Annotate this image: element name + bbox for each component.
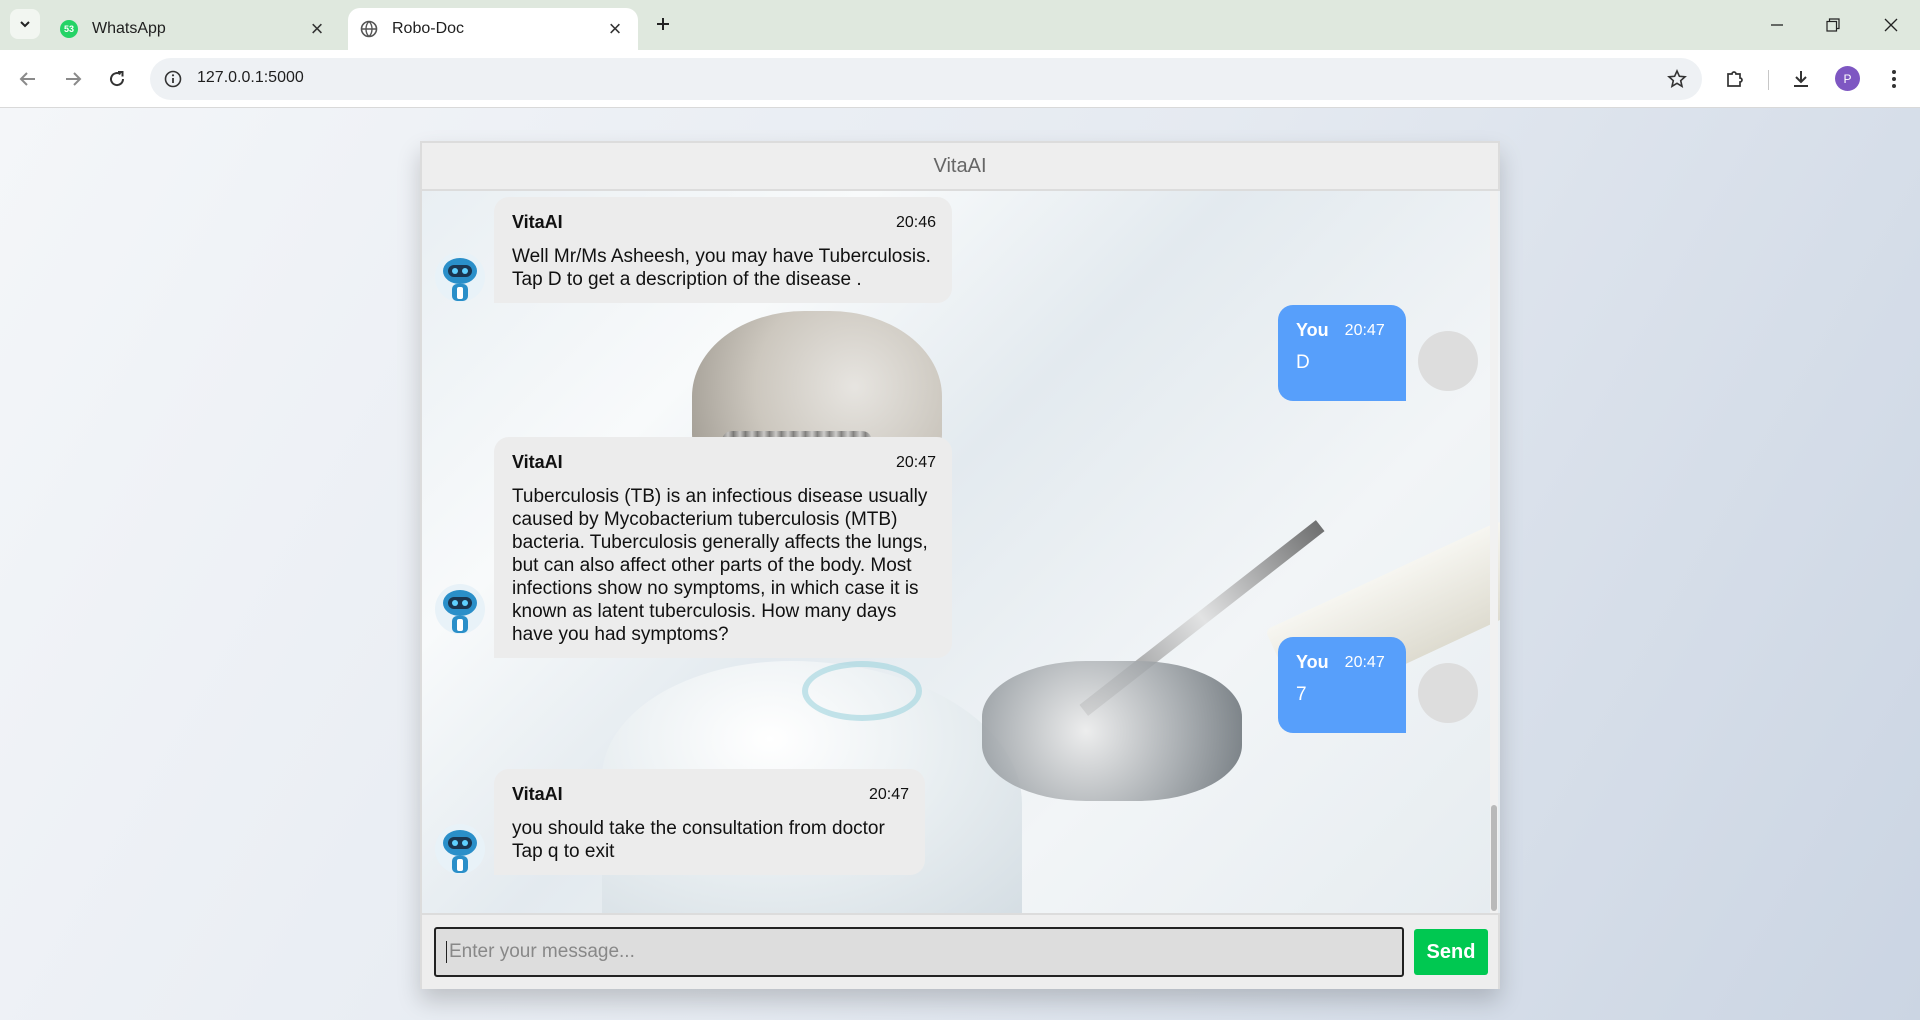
message-sender: VitaAI [512, 784, 563, 804]
close-icon[interactable]: × [604, 16, 626, 41]
address-bar[interactable]: 127.0.0.1:5000 [150, 58, 1702, 100]
robot-hand-illustration [982, 661, 1242, 801]
reload-icon [110, 71, 125, 87]
info-icon [164, 70, 182, 88]
message-text: Tuberculosis (TB) is an infectious disea… [512, 486, 928, 645]
chat-input-area: Enter your message... Send [422, 913, 1498, 989]
send-button-label: Send [1426, 940, 1476, 963]
profile-initial: P [1843, 71, 1852, 86]
scrollbar-thumb[interactable] [1491, 805, 1497, 911]
tab-whatsapp[interactable]: 53 WhatsApp × [48, 8, 340, 50]
chat-title: VitaAI [933, 154, 987, 177]
robot-avatar-icon [435, 824, 485, 874]
download-icon [1794, 71, 1808, 87]
message-text: D [1296, 352, 1310, 373]
message-time: 20:47 [868, 785, 909, 803]
message-sender: You [1296, 320, 1329, 340]
user-avatar [1418, 331, 1478, 391]
browser-menu-button[interactable] [1879, 64, 1909, 94]
close-icon [1884, 18, 1898, 32]
tab-title: WhatsApp [92, 20, 166, 37]
reload-button[interactable] [102, 64, 132, 94]
profile-avatar[interactable]: P [1835, 66, 1860, 91]
user-avatar [1418, 663, 1478, 723]
tab-robo-doc[interactable]: Robo-Doc × [348, 8, 638, 50]
message-time: 20:47 [895, 453, 936, 471]
puzzle-icon [1727, 71, 1743, 87]
message-time: 20:47 [1344, 321, 1385, 339]
chat-header: VitaAI [422, 143, 1498, 191]
message-sender: VitaAI [512, 452, 563, 472]
message-sender: VitaAI [512, 212, 563, 232]
tab-title: Robo-Doc [392, 20, 465, 37]
globe-icon [360, 20, 378, 38]
message-time: 20:46 [895, 213, 936, 231]
message-text: 7 [1296, 684, 1307, 705]
robot-avatar-icon [435, 252, 485, 302]
restore-button[interactable] [1818, 10, 1848, 40]
text-caret [446, 941, 447, 963]
browser-toolbar: 127.0.0.1:5000 P [0, 50, 1920, 108]
chevron-down-icon [20, 21, 30, 28]
new-tab-button[interactable] [650, 11, 676, 37]
message-text: you should take the consultation from do… [512, 818, 885, 862]
message-bubble: VitaAI 20:47 you should take the consult… [494, 769, 925, 875]
message-bubble: You 20:47 7 [1278, 637, 1406, 733]
chat-scrollbar[interactable] [1490, 191, 1498, 913]
restore-icon [1826, 18, 1840, 32]
message-input[interactable]: Enter your message... [434, 927, 1404, 977]
extensions-button[interactable] [1720, 64, 1750, 94]
plus-icon [657, 18, 669, 30]
message-bubble: VitaAI 20:47 Tuberculosis (TB) is an inf… [494, 437, 952, 658]
whatsapp-icon: 53 [60, 20, 78, 38]
message-time: 20:47 [1344, 653, 1385, 671]
robot-accent-illustration [802, 661, 922, 721]
close-icon[interactable]: × [306, 16, 328, 41]
star-icon [1667, 69, 1687, 88]
minimize-button[interactable] [1762, 10, 1792, 40]
message-input-placeholder: Enter your message... [449, 941, 635, 962]
minimize-icon [1771, 24, 1783, 26]
forward-button[interactable] [58, 64, 88, 94]
url-text: 127.0.0.1:5000 [197, 69, 304, 86]
close-window-button[interactable] [1876, 10, 1906, 40]
chat-messages[interactable]: VitaAI 20:46 Well Mr/Ms Asheesh, you may… [422, 191, 1500, 913]
message-bubble: You 20:47 D [1278, 305, 1406, 401]
more-vertical-icon [1892, 70, 1896, 88]
robot-avatar-icon [435, 584, 485, 634]
whatsapp-badge: 53 [63, 24, 74, 34]
forward-arrow-icon [66, 72, 82, 86]
site-info-button[interactable] [160, 66, 186, 92]
back-arrow-icon [19, 72, 35, 86]
browser-tab-strip: 53 WhatsApp × Robo-Doc × [0, 0, 1920, 50]
message-text: Well Mr/Ms Asheesh, you may have Tubercu… [512, 246, 931, 290]
back-button[interactable] [13, 64, 43, 94]
send-button[interactable]: Send [1414, 929, 1488, 975]
message-sender: You [1296, 652, 1329, 672]
message-bubble: VitaAI 20:46 Well Mr/Ms Asheesh, you may… [494, 197, 952, 303]
downloads-button[interactable] [1786, 64, 1816, 94]
chat-window: VitaAI VitaAI 20:46 Well Mr/Ms Asheesh, … [420, 141, 1500, 989]
tab-search-button[interactable] [10, 9, 40, 39]
toolbar-divider [1768, 70, 1769, 90]
bookmark-button[interactable] [1664, 66, 1690, 92]
page-background: VitaAI VitaAI 20:46 Well Mr/Ms Asheesh, … [0, 108, 1920, 1020]
